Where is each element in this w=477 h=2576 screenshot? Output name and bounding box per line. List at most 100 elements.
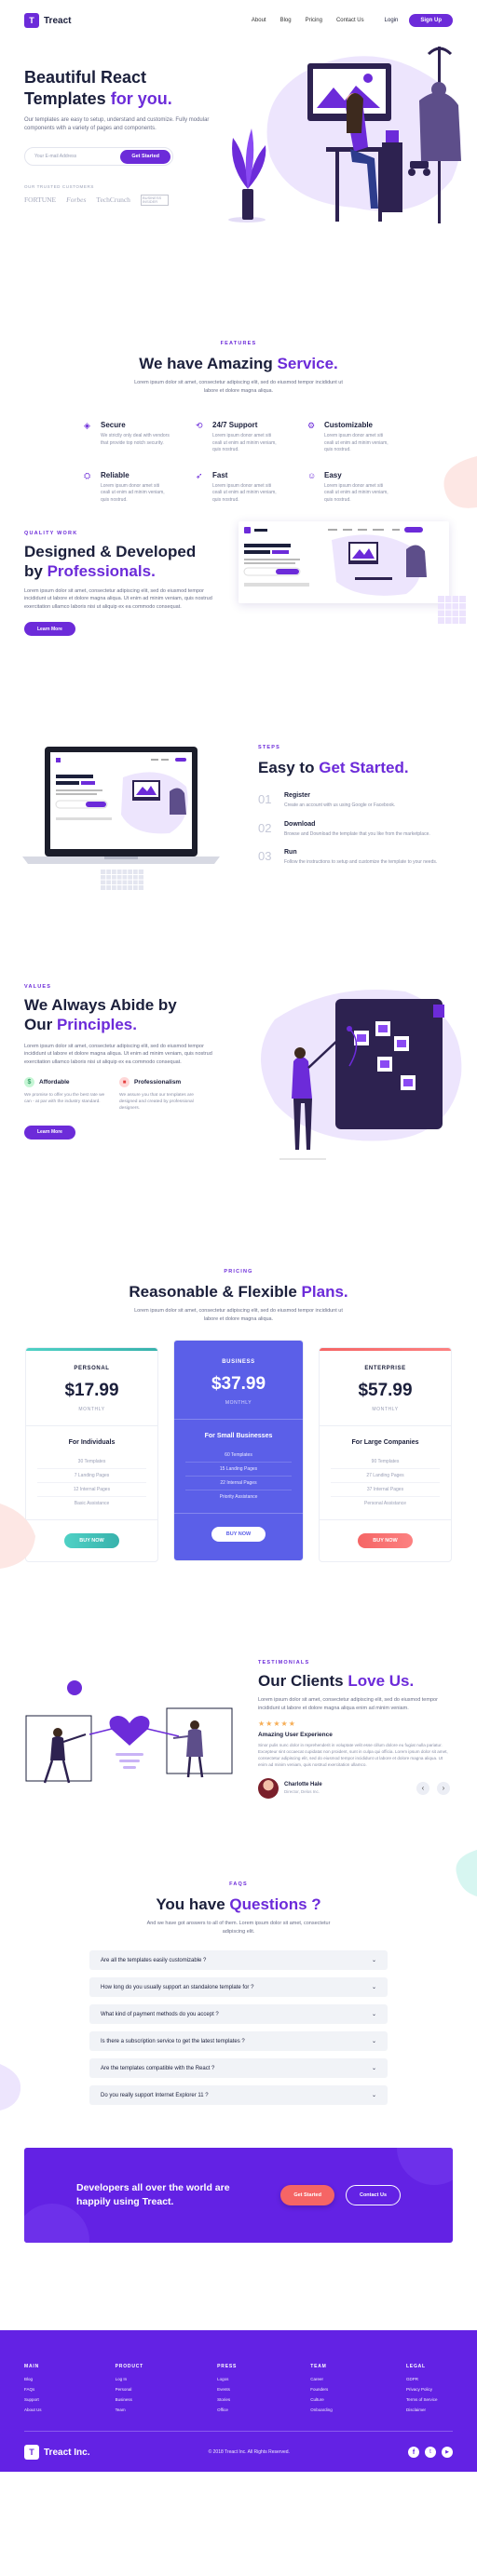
plan-accent-bar xyxy=(320,1348,451,1352)
facebook-icon[interactable]: f xyxy=(408,2447,419,2458)
twitter-icon[interactable]: t xyxy=(425,2447,436,2458)
faq-title: You have Questions ? xyxy=(0,1895,477,1914)
faq-item[interactable]: Do you really support Internet Explorer … xyxy=(89,2085,388,2106)
steps-title: Easy to Get Started. xyxy=(258,758,444,777)
hero-title-accent: for you. xyxy=(110,88,172,108)
quality-description: Lorem ipsum dolor sit amet, consectetur … xyxy=(24,587,212,610)
values-list: $ Affordable We promise to offer you the … xyxy=(24,1077,215,1113)
cta-get-started-button[interactable]: Get Started xyxy=(280,2185,334,2205)
footer-logo[interactable]: T Treact Inc. xyxy=(24,2445,89,2460)
login-link[interactable]: Login xyxy=(385,18,399,23)
footer-link[interactable]: Logos xyxy=(217,2377,237,2381)
faq-item[interactable]: Is there a subscription service to get t… xyxy=(89,2031,388,2052)
hero-description: Our templates are easy to setup, underst… xyxy=(24,117,210,132)
brand-logo[interactable]: T Treact xyxy=(24,13,71,28)
footer-link[interactable]: Terms of Service xyxy=(406,2397,453,2402)
values-title-accent: Principles. xyxy=(56,1016,137,1034)
footer-link[interactable]: GDPR xyxy=(406,2377,453,2381)
footer-link[interactable]: Support xyxy=(24,2397,42,2402)
footer-link[interactable]: Culture xyxy=(310,2397,333,2402)
footer-link[interactable]: Log In xyxy=(116,2377,143,2381)
faq-item[interactable]: How long do you usually support an stand… xyxy=(89,1977,388,1998)
reliable-icon: ⛭ xyxy=(84,470,91,480)
nav-item-blog[interactable]: Blog xyxy=(280,18,292,23)
plan-feature: 12 Internal Pages xyxy=(37,1483,146,1498)
value-title: Affordable xyxy=(39,1079,70,1086)
footer-link[interactable]: Onboarding xyxy=(310,2407,333,2412)
footer-link[interactable]: Disclaimer xyxy=(406,2407,453,2412)
footer-column-press: PRESS Logos Events Stories Office xyxy=(217,2364,237,2418)
previous-testimonial-button[interactable]: ‹ xyxy=(416,1781,429,1795)
footer-column-title: PRODUCT xyxy=(115,2364,143,2369)
youtube-icon[interactable]: ▶ xyxy=(442,2447,453,2458)
hero-illustration xyxy=(228,47,461,223)
nav-item-contact[interactable]: Contact Us xyxy=(336,18,364,23)
footer-link[interactable]: FAQs xyxy=(24,2387,42,2392)
footer-link[interactable]: Events xyxy=(217,2387,237,2392)
service-title: Customizable xyxy=(324,421,374,430)
footer-link[interactable]: Stories xyxy=(217,2397,237,2402)
footer-column-title: PRESS xyxy=(217,2364,238,2369)
value-item-professionalism: ■ Professionalism We assure you that our … xyxy=(119,1077,201,1113)
faq-item[interactable]: Are the templates compatible with the Re… xyxy=(89,2058,388,2079)
chevron-down-icon: ⌄ xyxy=(371,2093,376,2099)
faq-question: Are the templates compatible with the Re… xyxy=(101,2065,215,2071)
testimonials-title-accent: Love Us. xyxy=(348,1672,415,1690)
signup-button[interactable]: Sign Up xyxy=(409,14,453,27)
footer-link[interactable]: Office xyxy=(217,2407,237,2412)
hero-title-a: Beautiful React xyxy=(24,68,147,87)
plan-audience: For Large Companies xyxy=(351,1439,419,1447)
cta-contact-button[interactable]: Contact Us xyxy=(345,2185,401,2205)
email-input[interactable]: Your E-mail Address xyxy=(34,154,76,159)
faq-item[interactable]: What kind of payment methods do you acce… xyxy=(89,2004,388,2025)
testimonials-section: TESTIMONIALS Our Clients Love Us. Lorem … xyxy=(0,1625,477,1850)
testimonial-quote: Sinor pulis nunc dolor in reprehenderit … xyxy=(258,1743,448,1767)
template-preview xyxy=(238,521,449,603)
buy-now-enterprise-button[interactable]: BUY NOW xyxy=(358,1533,413,1549)
plan-feature: 22 Internal Pages xyxy=(185,1477,292,1491)
service-title: Easy xyxy=(324,470,342,479)
footer-link[interactable]: Personal xyxy=(116,2387,143,2392)
footer-link[interactable]: Founders xyxy=(310,2387,333,2392)
nav-right: About Blog Pricing Contact Us Login Sign… xyxy=(252,14,453,27)
chevron-down-icon: ⌄ xyxy=(371,2012,376,2018)
hero-section: Beautiful React Templates for you. Our t… xyxy=(0,41,477,233)
hero-get-started-button[interactable]: Get Started xyxy=(120,149,170,164)
footer-brand: Treact Inc. xyxy=(44,2447,90,2458)
faq-question: Are all the templates easily customizabl… xyxy=(101,1957,207,1963)
footer-link[interactable]: Team xyxy=(116,2407,143,2412)
plan-feature: 60 Templates xyxy=(185,1449,292,1463)
customer-logos: FORTUNE Forbes TechCrunch BUSINESS INSID… xyxy=(24,194,215,207)
plan-name: PERSONAL xyxy=(74,1366,110,1372)
reviewer-role: Director, Delos Inc. xyxy=(284,1789,320,1795)
nav-item-pricing[interactable]: Pricing xyxy=(306,18,322,23)
footer-bottom: T Treact Inc. © 2018 Treact Inc. All Rig… xyxy=(24,2445,453,2460)
service-customizable: ⚙ Customizable Lorem ipsum donor amet siti… xyxy=(307,421,393,454)
buy-now-personal-button[interactable]: BUY NOW xyxy=(64,1533,119,1549)
plan-feature: Basic Assistance xyxy=(74,1501,110,1507)
footer-column-title: LEGAL xyxy=(405,2364,426,2369)
footer-link[interactable]: About Us xyxy=(24,2407,42,2412)
service-title: Secure xyxy=(101,421,126,430)
step-text: Browse and Download the template that yo… xyxy=(284,830,430,837)
footer-column-main: MAIN Blog FAQs Support About Us xyxy=(24,2364,42,2418)
pricing-description: Lorem ipsum dolor sit amet, consectetur … xyxy=(134,1308,343,1322)
next-testimonial-button[interactable]: › xyxy=(437,1781,450,1795)
faq-item[interactable]: Are all the templates easily customizabl… xyxy=(89,1950,388,1971)
footer: MAIN Blog FAQs Support About Us PRODUCT … xyxy=(0,2330,477,2472)
footer-column-team: TEAM Career Founders Culture Onboarding xyxy=(310,2364,333,2418)
step-title: Download xyxy=(284,820,316,828)
quality-learn-more-button[interactable]: Learn More xyxy=(24,622,75,637)
footer-link[interactable]: Business xyxy=(116,2397,143,2402)
shield-icon: ◈ xyxy=(84,421,90,431)
buy-now-business-button[interactable]: BUY NOW xyxy=(211,1527,266,1543)
footer-link[interactable]: Privacy Policy xyxy=(406,2387,453,2392)
nav-item-about[interactable]: About xyxy=(252,18,266,23)
pricing-title-accent: Plans. xyxy=(301,1283,348,1301)
footer-link[interactable]: Blog xyxy=(24,2377,42,2381)
footer-columns: MAIN Blog FAQs Support About Us PRODUCT … xyxy=(24,2330,453,2418)
values-learn-more-button[interactable]: Learn More xyxy=(24,1125,75,1140)
step-number: 02 xyxy=(258,820,272,835)
footer-link[interactable]: Career xyxy=(310,2377,333,2381)
bg-blob-teal xyxy=(456,1850,477,1896)
